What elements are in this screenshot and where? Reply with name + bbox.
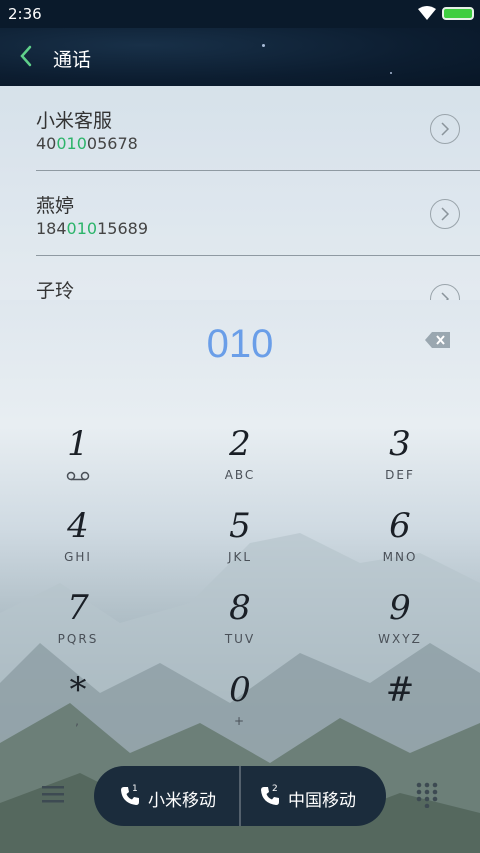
key-letters: PQRS (57, 632, 99, 646)
wifi-icon (418, 6, 436, 20)
key-digit: 2 (229, 424, 251, 464)
key-letters: , (75, 714, 81, 728)
star-decoration (390, 72, 392, 74)
voicemail-icon (66, 471, 90, 481)
dial-key-0[interactable]: 0 + (190, 668, 290, 746)
key-digit: 7 (67, 588, 89, 628)
key-digit: * (69, 670, 87, 710)
key-digit: 5 (229, 506, 251, 546)
sim-slot-number: 1 (132, 784, 138, 794)
key-digit: 1 (67, 424, 89, 464)
key-letters: TUV (224, 632, 256, 646)
backspace-icon[interactable] (425, 332, 450, 348)
list-item[interactable]: 小米客服 4001005678 (0, 86, 480, 171)
contact-number: 4001005678 (36, 134, 138, 153)
sim-slot-number: 2 (272, 784, 278, 794)
page-title: 通话 (53, 49, 92, 71)
status-bar: 2:36 (0, 0, 480, 28)
key-letters: WXYZ (378, 632, 422, 646)
list-item[interactable]: 子玲 (0, 256, 480, 300)
chevron-right-icon (441, 292, 450, 300)
carrier-label: 中国移动 (288, 791, 356, 811)
chevron-right-icon (441, 122, 450, 136)
menu-icon[interactable] (42, 784, 64, 804)
contact-detail-button[interactable] (430, 284, 460, 300)
dial-key-3[interactable]: 3 DEF (350, 422, 450, 500)
key-digit: 9 (389, 588, 411, 628)
call-sim2-button[interactable]: 2 中国移动 (240, 766, 386, 826)
key-digit: 3 (389, 424, 411, 464)
status-time: 2:36 (8, 5, 42, 23)
star-decoration (262, 44, 265, 47)
key-letters: MNO (382, 550, 418, 564)
key-letters: JKL (227, 550, 253, 564)
dial-key-5[interactable]: 5 JKL (190, 504, 290, 582)
contact-name: 小米客服 (36, 110, 113, 132)
key-digit: 8 (229, 588, 251, 628)
dialpad-toggle-icon[interactable] (416, 782, 438, 808)
carrier-label: 小米移动 (148, 791, 216, 811)
dial-key-9[interactable]: 9 WXYZ (350, 586, 450, 664)
key-digit: 6 (389, 506, 411, 546)
dial-key-star[interactable]: * , (28, 668, 128, 746)
dial-key-7[interactable]: 7 PQRS (28, 586, 128, 664)
key-digit: 0 (229, 670, 251, 710)
contact-number: 18401015689 (36, 219, 148, 238)
back-arrow-icon[interactable] (18, 44, 34, 68)
key-digit: 4 (67, 506, 89, 546)
key-letters: GHI (64, 550, 92, 564)
contact-name: 子玲 (36, 280, 75, 300)
key-letters: DEF (385, 468, 415, 482)
key-letters: ABC (224, 468, 256, 482)
battery-icon (442, 7, 474, 20)
dial-key-4[interactable]: 4 GHI (28, 504, 128, 582)
dial-key-8[interactable]: 8 TUV (190, 586, 290, 664)
key-letters: + (233, 714, 247, 728)
dial-key-1[interactable]: 1 (28, 422, 128, 500)
contact-detail-button[interactable] (430, 199, 460, 229)
call-sim1-button[interactable]: 1 小米移动 (94, 766, 240, 826)
dial-key-hash[interactable]: # (350, 668, 450, 746)
dial-key-6[interactable]: 6 MNO (350, 504, 450, 582)
dialed-number: 010 (206, 322, 274, 366)
dual-sim-call-buttons: 1 小米移动 2 中国移动 (94, 766, 386, 826)
contact-match-list: 小米客服 4001005678 燕婷 18401015689 子玲 (0, 86, 480, 300)
contact-name: 燕婷 (36, 195, 75, 217)
title-bar: 通话 (0, 28, 480, 86)
list-item[interactable]: 燕婷 18401015689 (0, 171, 480, 256)
dial-key-2[interactable]: 2 ABC (190, 422, 290, 500)
contact-detail-button[interactable] (430, 114, 460, 144)
chevron-right-icon (441, 207, 450, 221)
key-digit: # (385, 670, 415, 710)
call-bar: 1 小米移动 2 中国移动 (0, 766, 480, 826)
